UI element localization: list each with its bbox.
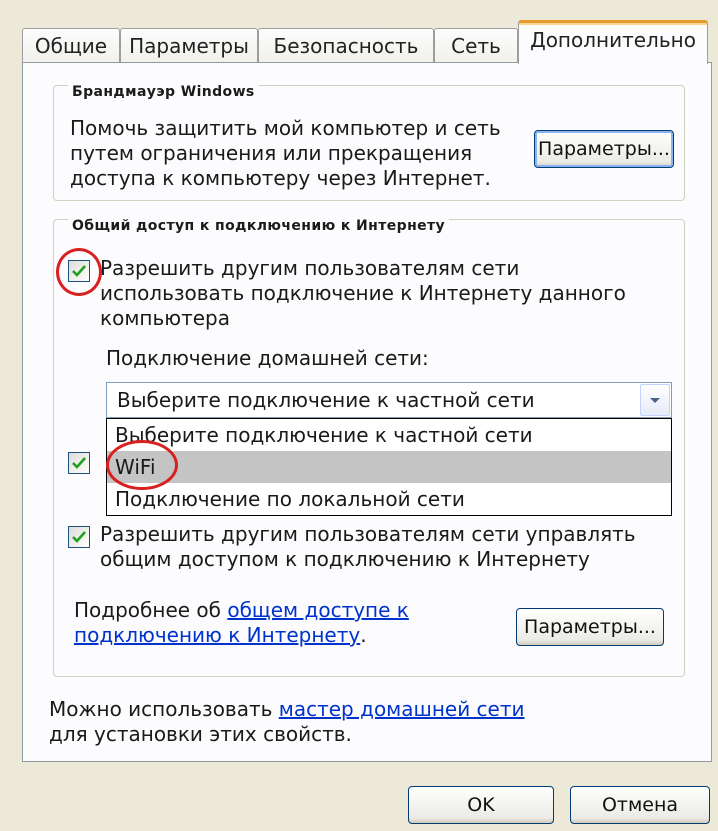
ics-settings-button[interactable]: Параметры... (516, 608, 664, 646)
more-info-prefix: Подробнее об (74, 598, 228, 622)
dropdown-arrow-button[interactable] (640, 384, 670, 416)
firewall-group: Брандмауэр Windows Помочь защитить мой к… (53, 84, 685, 201)
ics-legend: Общий доступ к подключению к Интернету (68, 218, 450, 234)
more-info-text: Подробнее об общем доступе к подключению… (74, 598, 414, 648)
tab-strip: Общие Параметры Безопасность Сеть Дополн… (22, 20, 712, 64)
checkmark-icon (72, 457, 86, 469)
ok-button[interactable]: OK (408, 786, 554, 824)
cancel-button[interactable]: Отмена (570, 786, 710, 824)
tab-settings[interactable]: Параметры (120, 28, 258, 62)
allow-share-label: Разрешить другим пользователям сети испо… (100, 256, 626, 330)
tab-general[interactable]: Общие (22, 28, 120, 62)
firewall-settings-button[interactable]: Параметры... (534, 130, 674, 168)
home-network-label: Подключение домашней сети: (106, 346, 429, 370)
home-network-dropdown: Выберите подключение к частной сети WiFi… (106, 418, 672, 516)
dropdown-option[interactable]: Подключение по локальной сети (107, 483, 671, 515)
checkmark-icon (72, 531, 86, 543)
wizard-text: Можно использовать мастер домашней сети … (49, 697, 549, 747)
more-info-suffix: . (360, 623, 367, 647)
home-network-select-value: Выберите подключение к частной сети (117, 388, 535, 412)
tab-panel-advanced: Брандмауэр Windows Помочь защитить мой к… (22, 62, 712, 762)
allow-control-checkbox[interactable] (68, 526, 90, 548)
wizard-prefix: Можно использовать (49, 697, 279, 721)
firewall-legend: Брандмауэр Windows (68, 84, 259, 100)
dropdown-option-selected[interactable]: WiFi (107, 451, 671, 483)
allow-control-label: Разрешить другим пользователям сети упра… (100, 522, 636, 571)
chevron-down-icon (650, 398, 660, 403)
annotation-circle-wifi (106, 440, 178, 490)
home-network-select[interactable]: Выберите подключение к частной сети (106, 382, 672, 418)
hidden-option-checkbox[interactable] (68, 452, 90, 474)
tab-security[interactable]: Безопасность (258, 28, 434, 62)
annotation-circle-checkbox (56, 248, 102, 296)
tab-network[interactable]: Сеть (434, 28, 518, 62)
tab-advanced[interactable]: Дополнительно (518, 20, 708, 64)
dropdown-option[interactable]: Выберите подключение к частной сети (107, 419, 671, 451)
home-network-wizard-link[interactable]: мастер домашней сети (279, 697, 525, 721)
wizard-suffix: для установки этих свойств. (49, 722, 352, 746)
ics-group: Общий доступ к подключению к Интернету Р… (53, 218, 685, 677)
firewall-description: Помочь защитить мой компьютер и сеть пут… (70, 116, 501, 190)
